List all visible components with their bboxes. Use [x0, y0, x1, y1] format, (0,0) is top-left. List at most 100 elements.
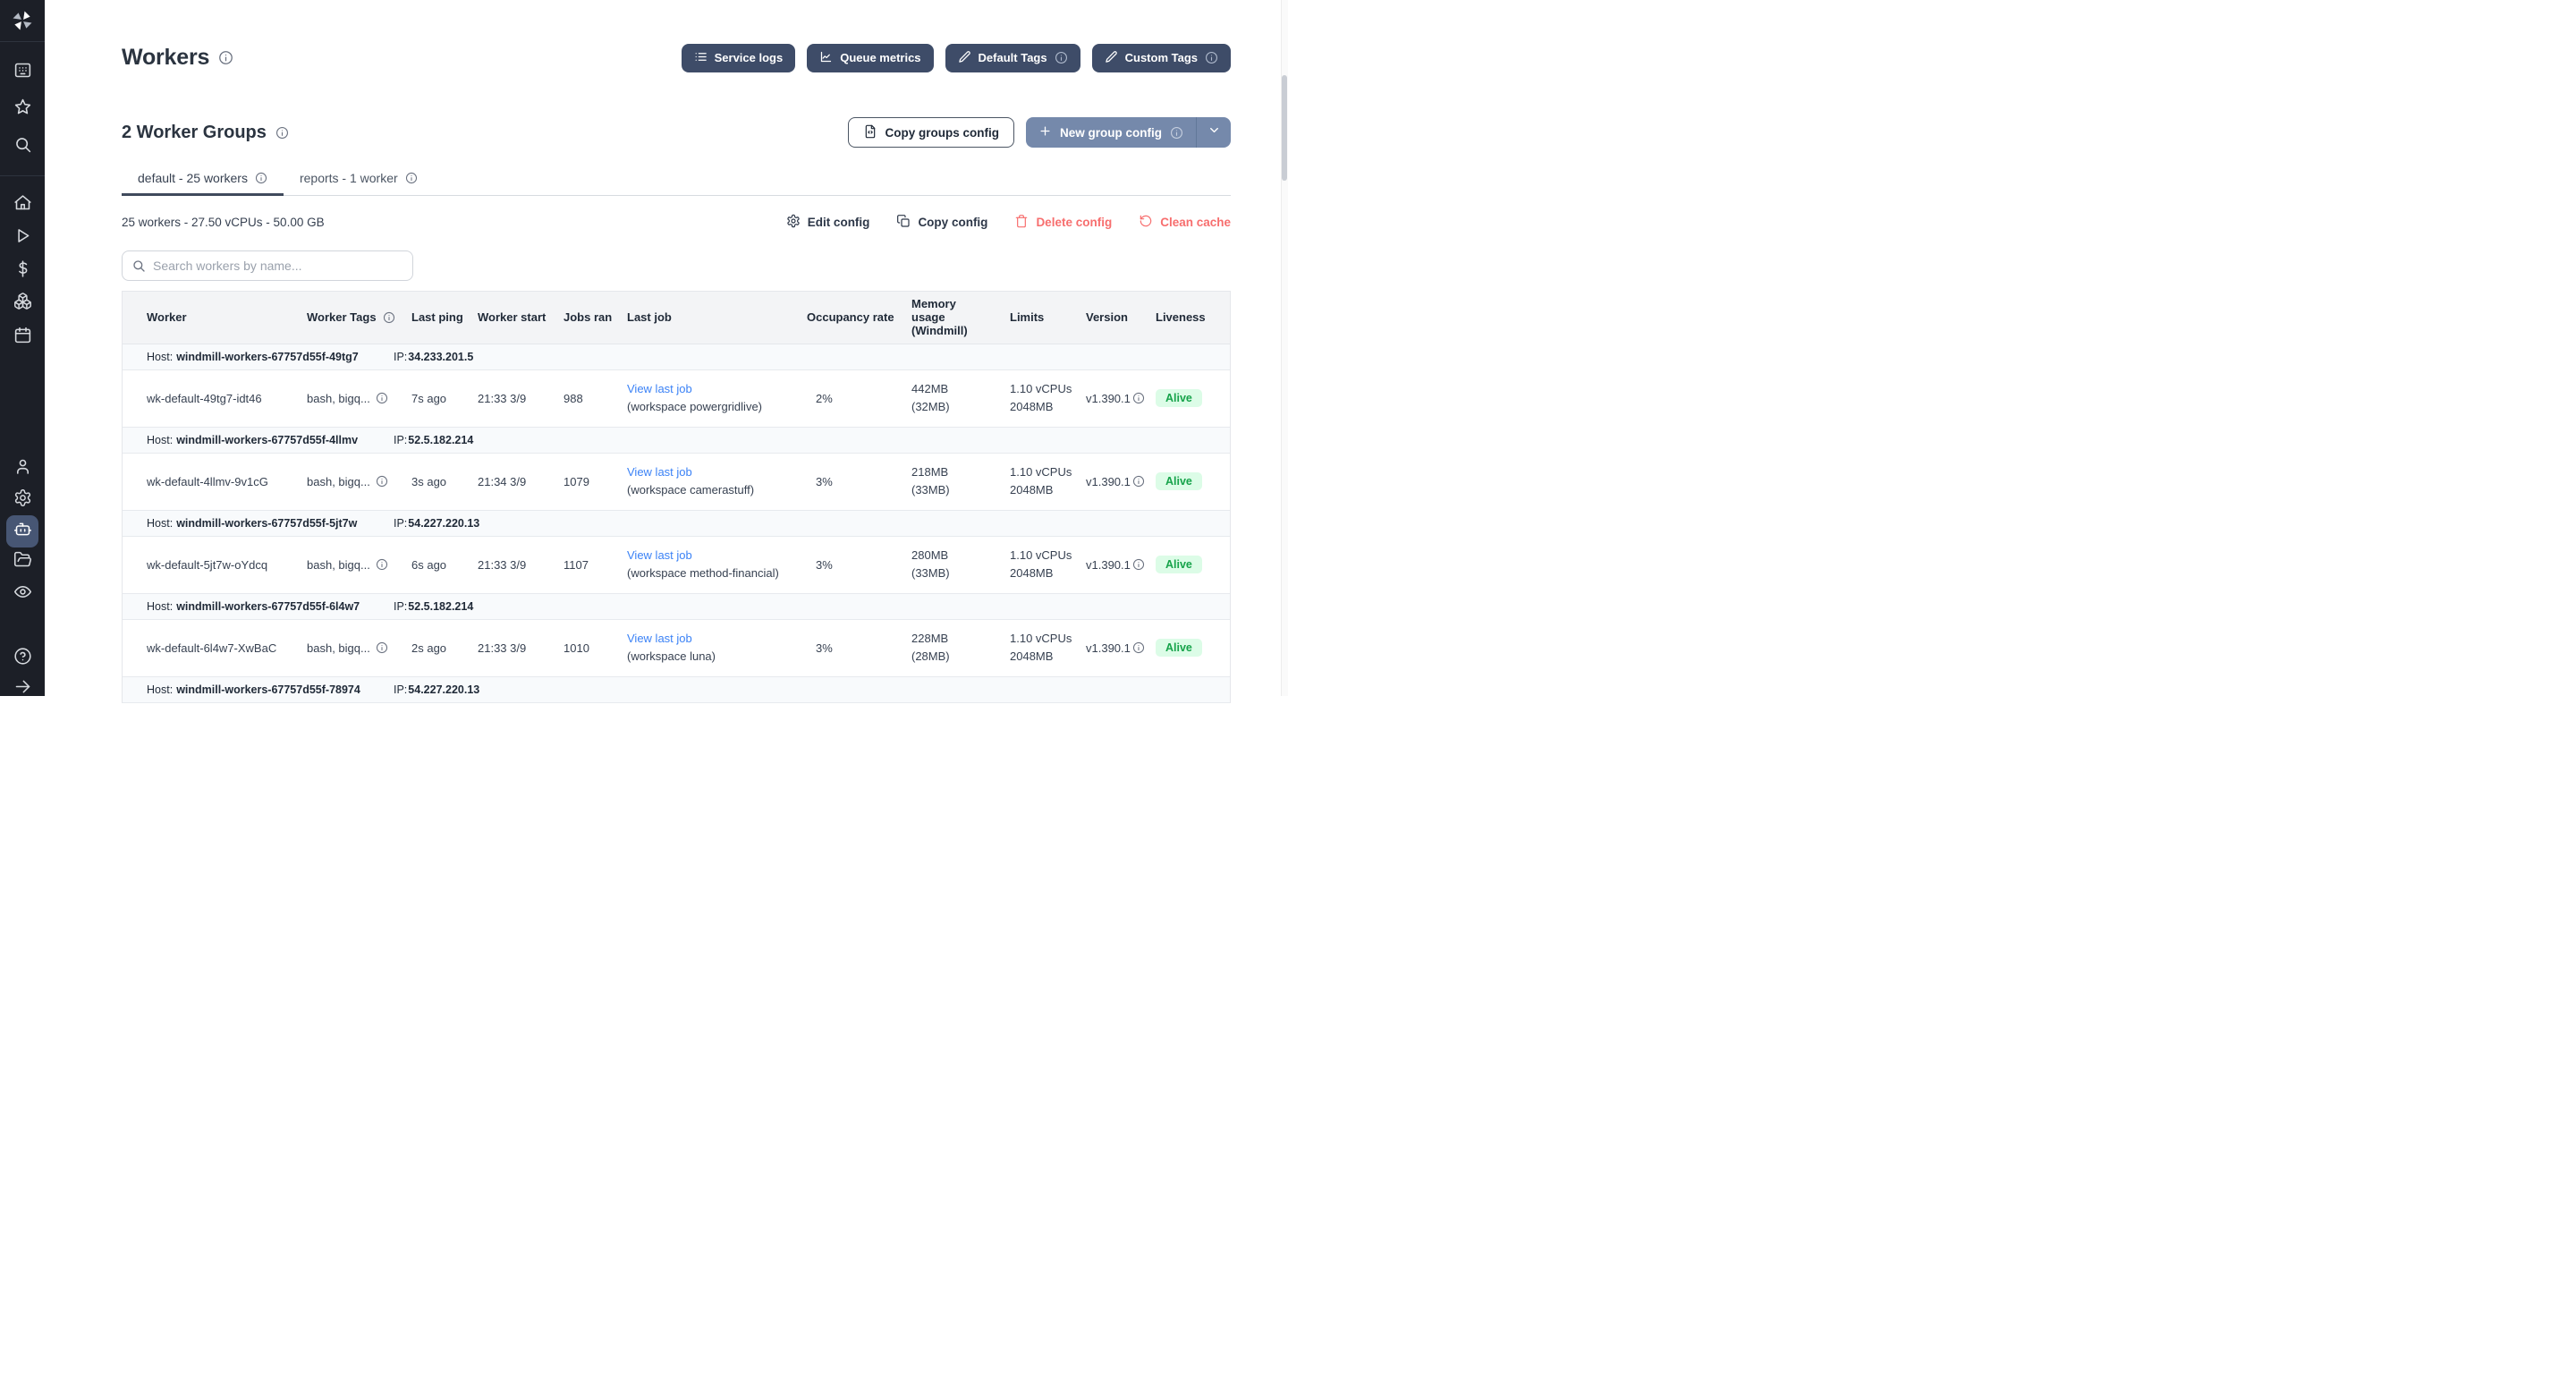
tab-default[interactable]: default - 25 workers — [122, 167, 284, 195]
memory-windmill: (33MB) — [911, 483, 950, 497]
info-icon[interactable] — [1205, 51, 1218, 64]
list-icon — [694, 50, 708, 66]
info-icon[interactable] — [376, 475, 388, 488]
info-icon[interactable] — [383, 311, 395, 324]
windmill-logo-icon[interactable] — [9, 7, 36, 34]
sidebar-collapse-toggle[interactable] — [6, 673, 38, 705]
sidebar-item-favorites[interactable] — [6, 93, 38, 125]
info-icon[interactable] — [1132, 475, 1145, 488]
memory-usage: 442MB — [911, 382, 948, 395]
col-last-job: Last job — [627, 292, 807, 344]
sidebar-item-resources[interactable] — [6, 287, 38, 319]
worker-name: wk-default-4llmv-9v1cG — [123, 453, 307, 510]
folder-open-icon — [13, 550, 32, 573]
info-icon[interactable] — [376, 392, 388, 404]
worker-groups-title: 2 Worker Groups — [122, 123, 267, 143]
new-group-config-label: New group config — [1060, 126, 1162, 140]
view-last-job-link[interactable]: View last job — [627, 632, 692, 645]
worker-start: 21:33 3/9 — [478, 536, 564, 593]
limit-cpu: 1.10 vCPUs — [1010, 465, 1072, 479]
sidebar-item-home[interactable] — [6, 189, 38, 221]
scrollbar-thumb[interactable] — [1282, 75, 1287, 181]
copy-groups-config-button[interactable]: Copy groups config — [848, 117, 1015, 148]
info-icon[interactable] — [405, 172, 418, 184]
info-icon[interactable] — [1170, 126, 1183, 140]
memory-usage: 218MB — [911, 465, 948, 479]
queue-metrics-button[interactable]: Queue metrics — [807, 44, 933, 72]
service-logs-button[interactable]: Service logs — [682, 44, 796, 72]
version: v1.390.1 — [1086, 392, 1131, 405]
last-job-workspace: (workspace powergridlive) — [627, 400, 762, 413]
view-last-job-link[interactable]: View last job — [627, 382, 692, 395]
delete-config-button[interactable]: Delete config — [1014, 214, 1112, 231]
info-icon[interactable] — [1132, 392, 1145, 404]
sidebar-item-users[interactable] — [6, 453, 38, 485]
table-header-row: Worker Worker Tags Last ping Worker star… — [123, 292, 1230, 344]
worker-tags: bash, bigq... — [307, 392, 370, 405]
sidebar-item-folders[interactable] — [6, 546, 38, 578]
col-liveness: Liveness — [1156, 292, 1230, 344]
col-version: Version — [1086, 292, 1156, 344]
custom-tags-label: Custom Tags — [1125, 51, 1198, 64]
info-icon[interactable] — [1132, 641, 1145, 654]
worker-search — [122, 250, 413, 281]
workers-table: Worker Worker Tags Last ping Worker star… — [122, 291, 1231, 703]
info-icon[interactable] — [1055, 51, 1068, 64]
vertical-scrollbar[interactable] — [1281, 0, 1288, 696]
info-icon[interactable] — [275, 126, 289, 140]
col-limits: Limits — [1010, 292, 1086, 344]
col-worker: Worker — [123, 292, 307, 344]
last-ping: 3s ago — [411, 453, 478, 510]
sidebar-item-audit[interactable] — [6, 578, 38, 610]
pencil-icon — [1105, 50, 1118, 66]
host-name: windmill-workers-67757d55f-49tg7 — [176, 351, 359, 363]
new-group-config-dropdown[interactable] — [1197, 117, 1231, 148]
info-icon[interactable] — [255, 172, 267, 184]
tab-reports-label: reports - 1 worker — [300, 171, 398, 185]
sidebar-item-settings[interactable] — [6, 484, 38, 516]
info-icon[interactable] — [376, 641, 388, 654]
limit-cpu: 1.10 vCPUs — [1010, 548, 1072, 562]
host-ip: 34.233.201.5 — [408, 351, 473, 363]
memory-windmill: (28MB) — [911, 649, 950, 663]
tab-reports[interactable]: reports - 1 worker — [284, 167, 434, 195]
search-workers-input[interactable] — [122, 250, 413, 281]
worker-start: 21:33 3/9 — [478, 369, 564, 427]
info-icon[interactable] — [218, 50, 233, 65]
view-last-job-link[interactable]: View last job — [627, 548, 692, 562]
worker-row: wk-default-5jt7w-oYdcq bash, bigq... 6s … — [123, 536, 1230, 593]
view-last-job-link[interactable]: View last job — [627, 465, 692, 479]
default-tags-button[interactable]: Default Tags — [945, 44, 1080, 72]
sidebar-item-schedules[interactable] — [6, 321, 38, 353]
sidebar-item-search[interactable] — [6, 131, 38, 163]
host-name: windmill-workers-67757d55f-78974 — [176, 683, 360, 696]
custom-tags-button[interactable]: Custom Tags — [1092, 44, 1231, 72]
star-icon — [13, 98, 32, 121]
chart-line-icon — [819, 50, 833, 66]
queue-metrics-label: Queue metrics — [840, 51, 920, 64]
sidebar-item-runs[interactable] — [6, 222, 38, 254]
liveness-badge: Alive — [1156, 389, 1202, 407]
new-group-config-button[interactable]: New group config — [1026, 117, 1196, 148]
play-icon — [13, 226, 32, 250]
worker-name: wk-default-5jt7w-oYdcq — [123, 536, 307, 593]
sidebar-item-variables[interactable] — [6, 255, 38, 287]
limit-cpu: 1.10 vCPUs — [1010, 632, 1072, 645]
sidebar-item-help[interactable] — [6, 642, 38, 675]
sidebar-item-apps[interactable] — [6, 56, 38, 89]
host-row: Host:windmill-workers-67757d55f-49tg7 IP… — [123, 344, 1230, 369]
clean-cache-button[interactable]: Clean cache — [1139, 214, 1231, 231]
liveness-badge: Alive — [1156, 639, 1202, 657]
copy-config-label: Copy config — [918, 216, 987, 229]
col-jobs-ran: Jobs ran — [564, 292, 627, 344]
col-occupancy: Occupancy rate — [807, 292, 911, 344]
info-icon[interactable] — [376, 558, 388, 571]
memory-usage: 228MB — [911, 632, 948, 645]
worker-tags: bash, bigq... — [307, 558, 370, 572]
copy-config-button[interactable]: Copy config — [896, 214, 987, 231]
info-icon[interactable] — [1132, 558, 1145, 571]
edit-config-button[interactable]: Edit config — [786, 214, 870, 231]
gear-icon — [786, 214, 801, 231]
page-title: Workers — [122, 45, 209, 71]
sidebar-item-workers[interactable] — [6, 515, 38, 547]
